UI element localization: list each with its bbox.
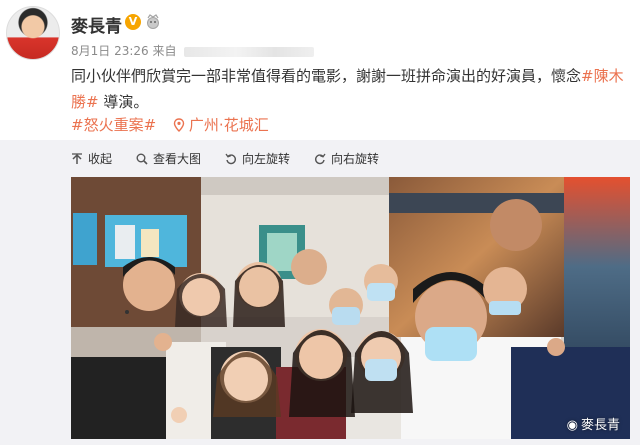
view-large-button[interactable]: 查看大图: [136, 150, 201, 167]
zoom-icon: [136, 153, 148, 165]
post-datetime[interactable]: 8月1日 23:26: [71, 44, 149, 58]
post-text-1: 同小伙伴們欣賞完一部非常值得看的電影，謝謝一班拼命演出的好演員，懷念: [71, 67, 582, 85]
weibo-logo-icon: ◉: [566, 418, 578, 433]
post-body: 同小伙伴們欣賞完一部非常值得看的電影，謝謝一班拼命演出的好演員，懷念#陳木勝# …: [71, 63, 631, 115]
rotate-left-button[interactable]: 向左旋转: [225, 150, 290, 167]
redacted-source: [184, 46, 315, 57]
group-selfie-image: [71, 177, 630, 439]
collapse-button[interactable]: 收起: [71, 150, 112, 167]
rotate-left-label: 向左旋转: [242, 152, 291, 166]
view-large-label: 查看大图: [153, 152, 202, 166]
collapse-arrow-icon: [72, 152, 82, 164]
post-photo[interactable]: ◉ 麥長青: [71, 177, 630, 439]
medal-icon: [147, 14, 159, 29]
post-meta: 8月1日 23:26 来自: [71, 42, 315, 59]
rotate-left-icon: [225, 153, 237, 164]
collapse-label: 收起: [88, 152, 113, 166]
photo-watermark: ◉ 麥長青: [567, 414, 620, 433]
rotate-right-button[interactable]: 向右旋转: [314, 150, 379, 167]
post-tags: #怒火重案# 广州·花城汇: [71, 114, 269, 136]
username[interactable]: 麥長青: [71, 12, 122, 37]
rotate-right-label: 向右旋转: [331, 152, 380, 166]
location-label: 广州·花城汇: [188, 116, 269, 134]
verified-badge-icon: V: [125, 14, 141, 30]
watermark-text: 麥長青: [580, 418, 620, 433]
hashtag-movie[interactable]: #怒火重案#: [71, 116, 156, 134]
avatar[interactable]: [6, 6, 60, 60]
rotate-right-icon: [315, 153, 326, 164]
location-pin-icon: [173, 118, 185, 132]
source-prefix: 来自: [152, 44, 177, 58]
post-text-2: 導演。: [98, 93, 149, 111]
location-link[interactable]: 广州·花城汇: [173, 116, 269, 134]
image-toolbar: 收起 查看大图 向左旋转 向右旋转: [71, 150, 379, 167]
